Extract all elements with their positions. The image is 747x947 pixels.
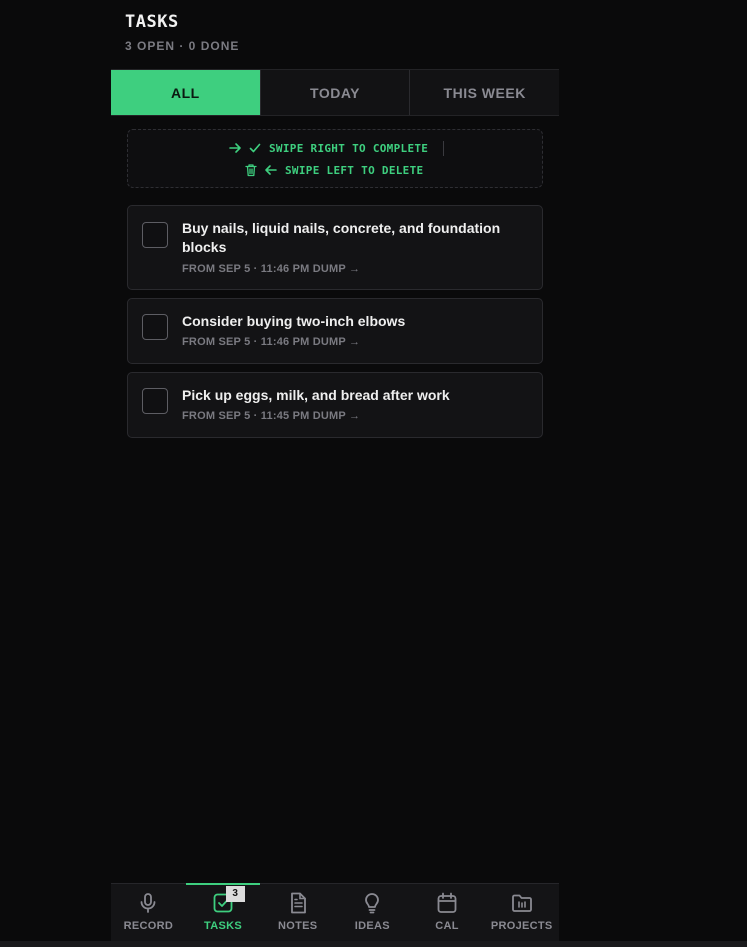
nav-projects[interactable]: PROJECTS <box>484 884 559 942</box>
swipe-hint-box: SWIPE RIGHT TO COMPLETE SWIPE LEFT TO DE… <box>127 129 543 188</box>
arrow-right-icon: → <box>348 410 361 422</box>
calendar-icon <box>437 892 457 913</box>
nav-tasks[interactable]: 3 TASKS <box>185 883 261 942</box>
task-source[interactable]: FROM SEP 5 · 11:46 PM DUMP → <box>182 263 360 275</box>
document-icon <box>290 892 306 914</box>
task-item[interactable]: Pick up eggs, milk, and bread after work… <box>127 372 543 438</box>
nav-notes[interactable]: NOTES <box>260 884 335 942</box>
tasks-screen: TASKS 3 OPEN · 0 DONE ALL TODAY THIS WEE… <box>111 0 560 947</box>
arrow-right-icon: → <box>348 263 361 275</box>
trash-icon <box>245 164 257 177</box>
task-checkbox[interactable] <box>142 314 168 340</box>
tab-this-week[interactable]: THIS WEEK <box>409 70 560 115</box>
nav-label: IDEAS <box>354 920 390 932</box>
swipe-delete-text: SWIPE LEFT TO DELETE <box>285 163 424 177</box>
swipe-complete-hint: SWIPE RIGHT TO COMPLETE <box>228 141 428 155</box>
nav-label: NOTES <box>277 920 318 932</box>
tab-all[interactable]: ALL <box>111 70 260 115</box>
task-title: Buy nails, liquid nails, concrete, and f… <box>182 220 501 255</box>
task-source-text: FROM SEP 5 · 11:46 PM DUMP <box>182 336 346 348</box>
tab-today[interactable]: TODAY <box>259 70 410 115</box>
nav-cal[interactable]: CAL <box>410 884 485 942</box>
task-source[interactable]: FROM SEP 5 · 11:46 PM DUMP → <box>182 336 360 348</box>
filter-tabs: ALL TODAY THIS WEEK <box>111 69 560 116</box>
task-source-text: FROM SEP 5 · 11:45 PM DUMP <box>182 410 346 422</box>
swipe-complete-text: SWIPE RIGHT TO COMPLETE <box>269 141 429 155</box>
arrow-right-icon: → <box>348 336 361 348</box>
nav-label: RECORD <box>123 920 174 932</box>
nav-record[interactable]: RECORD <box>111 884 186 942</box>
task-source-text: FROM SEP 5 · 11:46 PM DUMP <box>182 263 346 275</box>
page-title: TASKS <box>125 12 179 32</box>
nav-label: TASKS <box>204 920 242 932</box>
lightbulb-icon <box>365 893 380 914</box>
hint-divider <box>443 141 444 156</box>
task-title: Consider buying two-inch elbows <box>182 313 406 329</box>
task-count-badge: 3 <box>225 886 245 902</box>
page-header: TASKS 3 OPEN · 0 DONE <box>125 12 239 53</box>
folder-icon <box>511 894 532 912</box>
task-title: Pick up eggs, milk, and bread after work <box>182 387 450 403</box>
microphone-icon <box>140 893 156 913</box>
arrow-left-icon <box>265 165 277 175</box>
window-bottom-edge <box>0 941 747 947</box>
nav-label: PROJECTS <box>490 920 553 932</box>
nav-label: CAL <box>435 920 459 932</box>
task-item[interactable]: Buy nails, liquid nails, concrete, and f… <box>127 205 543 290</box>
task-count-summary: 3 OPEN · 0 DONE <box>125 39 240 53</box>
bottom-nav: RECORD 3 TASKS NOTES IDEAS CAL PROJECTS <box>111 883 559 942</box>
task-checkbox[interactable] <box>142 388 168 414</box>
task-item[interactable]: Consider buying two-inch elbows FROM SEP… <box>127 298 543 364</box>
checkmark-icon <box>249 143 261 153</box>
task-source[interactable]: FROM SEP 5 · 11:45 PM DUMP → <box>182 410 360 422</box>
nav-ideas[interactable]: IDEAS <box>335 884 410 942</box>
arrow-right-icon <box>229 143 241 153</box>
task-checkbox[interactable] <box>142 222 168 248</box>
swipe-delete-hint: SWIPE LEFT TO DELETE <box>244 163 423 177</box>
